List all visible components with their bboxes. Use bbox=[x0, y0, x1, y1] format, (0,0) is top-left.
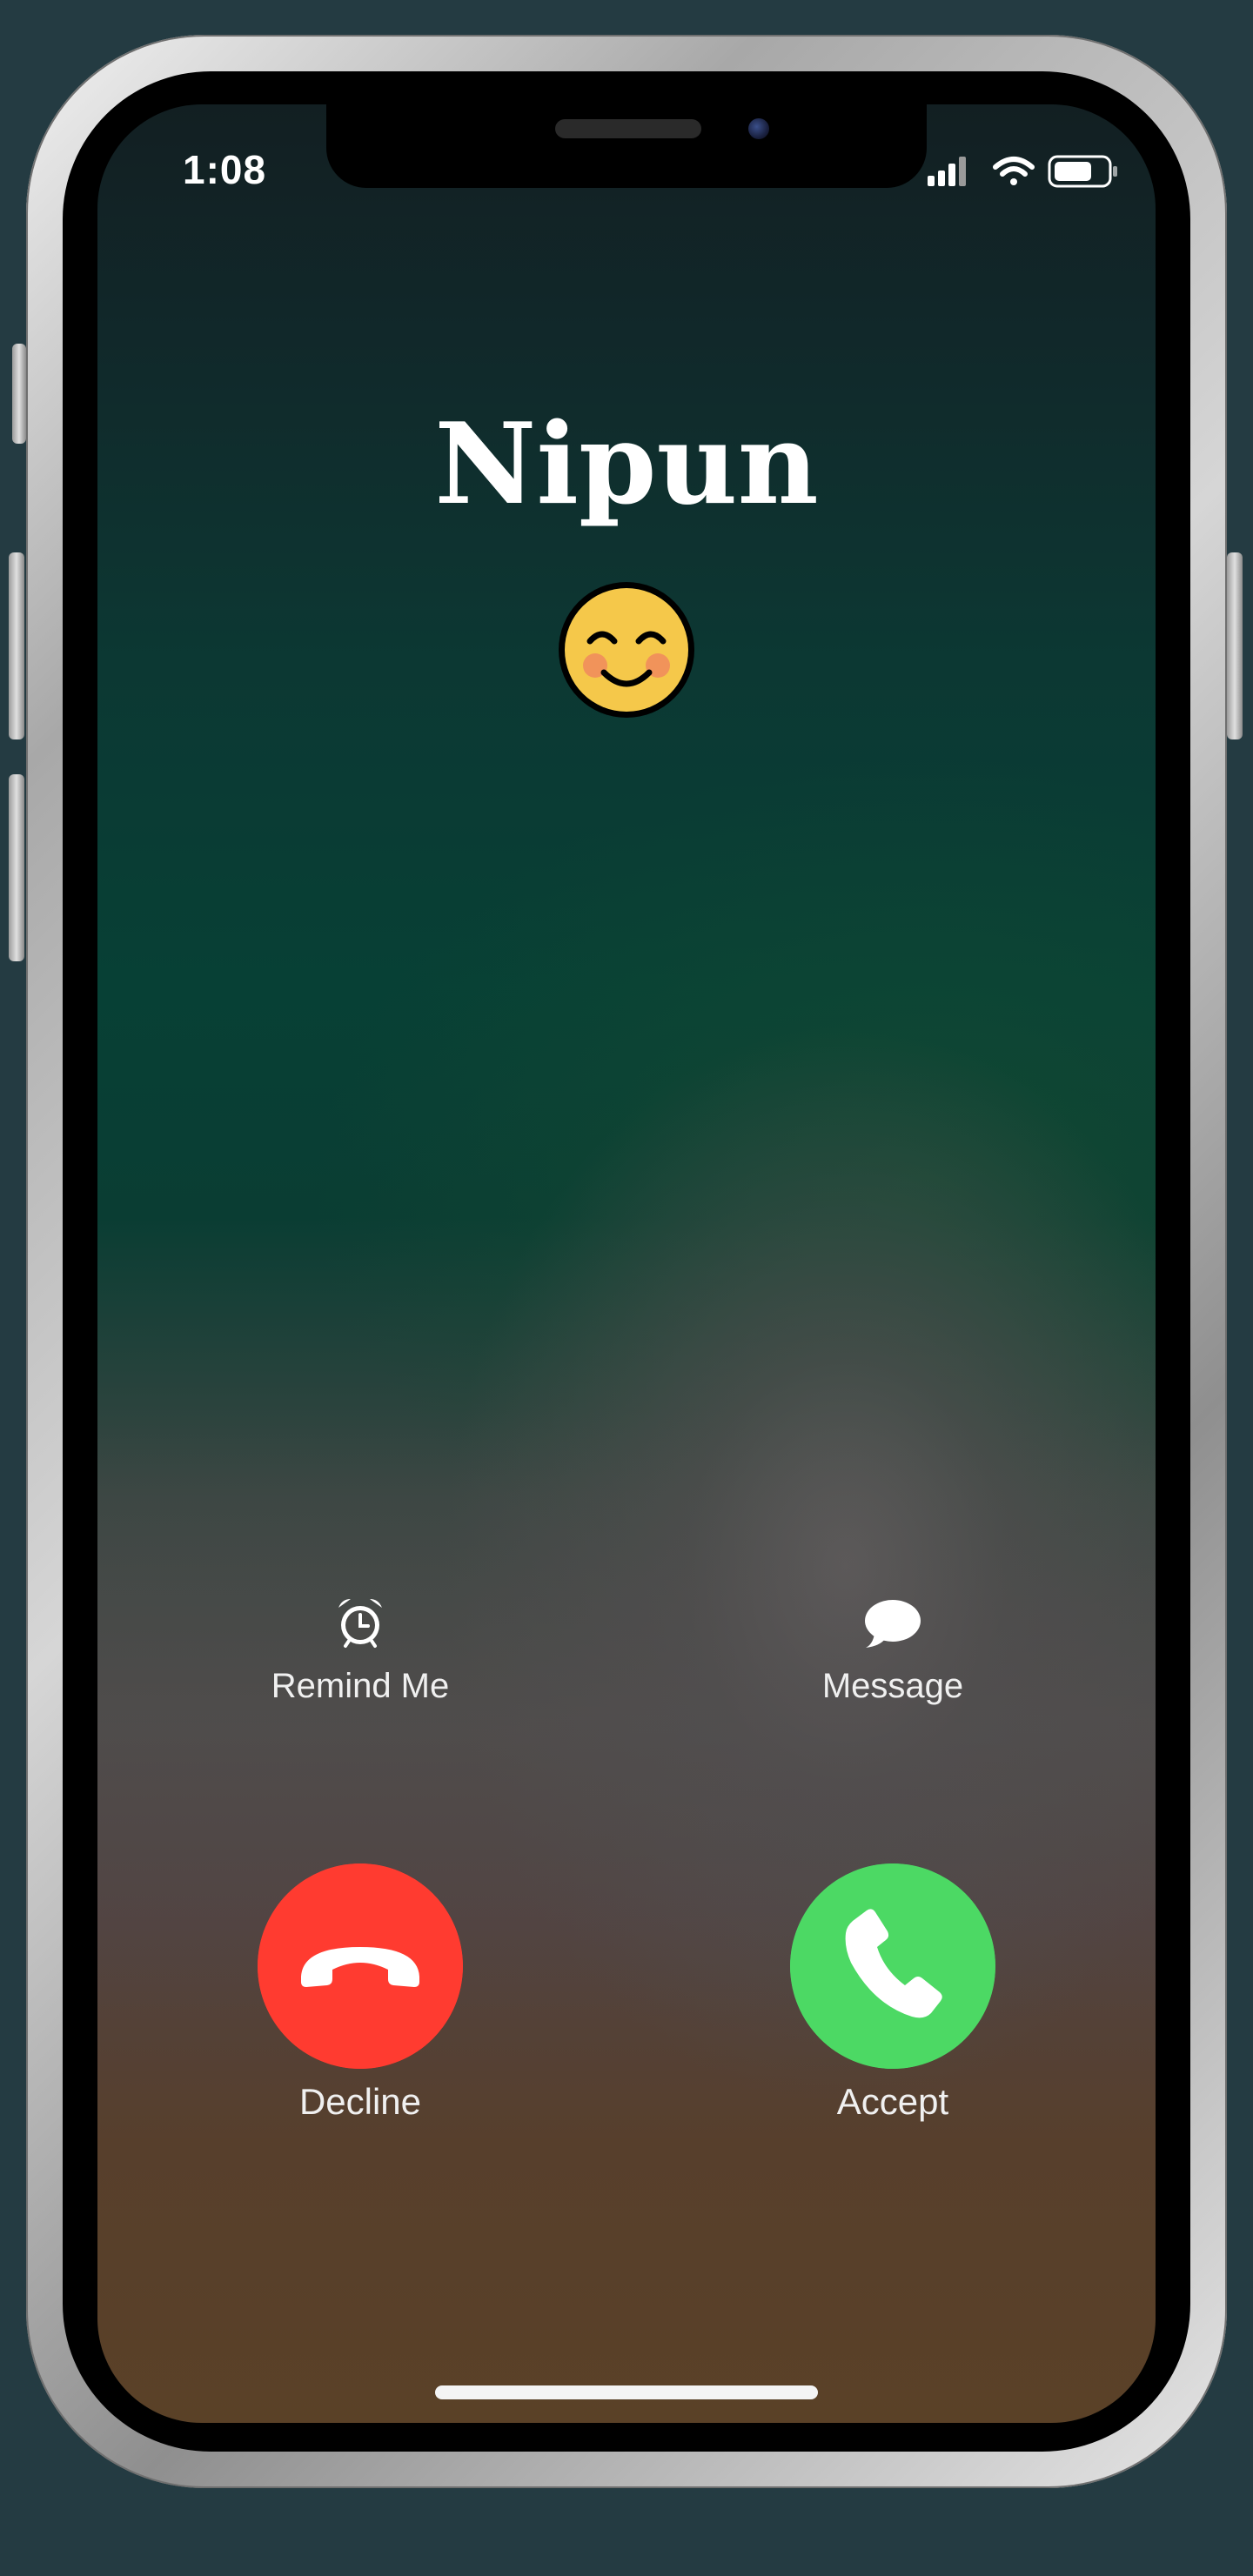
volume-down-button bbox=[9, 774, 24, 961]
decline-circle[interactable] bbox=[258, 1863, 463, 2069]
status-time: 1:08 bbox=[183, 147, 267, 192]
status-icons bbox=[928, 155, 1117, 188]
earpiece-speaker bbox=[555, 119, 701, 138]
decline-label: Decline bbox=[298, 2081, 422, 2122]
cellular-signal-icon bbox=[928, 157, 966, 186]
home-indicator[interactable] bbox=[435, 2385, 818, 2399]
page-background: 1:08 Nipun Remind Me Message Decline Acc… bbox=[0, 0, 1253, 2576]
front-camera bbox=[748, 118, 769, 139]
volume-up-button bbox=[9, 552, 24, 739]
notch bbox=[326, 104, 927, 188]
remind-me-label: Remind Me bbox=[271, 1667, 450, 1705]
message-button[interactable]: Message bbox=[719, 1592, 1067, 1706]
accept-call-button[interactable]: Accept bbox=[719, 1863, 1067, 2123]
alarm-clock-icon bbox=[338, 1599, 382, 1648]
smiling-face-icon bbox=[559, 582, 694, 718]
accept-circle[interactable] bbox=[790, 1863, 995, 2069]
wifi-icon bbox=[993, 157, 1035, 185]
battery-icon bbox=[1048, 155, 1117, 188]
caller-name: Nipun bbox=[434, 399, 819, 530]
remind-me-button[interactable]: Remind Me bbox=[186, 1592, 534, 1706]
decline-call-button[interactable]: Decline bbox=[186, 1863, 534, 2123]
message-label: Message bbox=[821, 1667, 964, 1705]
side-power-button bbox=[1227, 552, 1243, 739]
accept-label: Accept bbox=[836, 2081, 949, 2122]
speech-bubble-icon bbox=[865, 1600, 921, 1648]
